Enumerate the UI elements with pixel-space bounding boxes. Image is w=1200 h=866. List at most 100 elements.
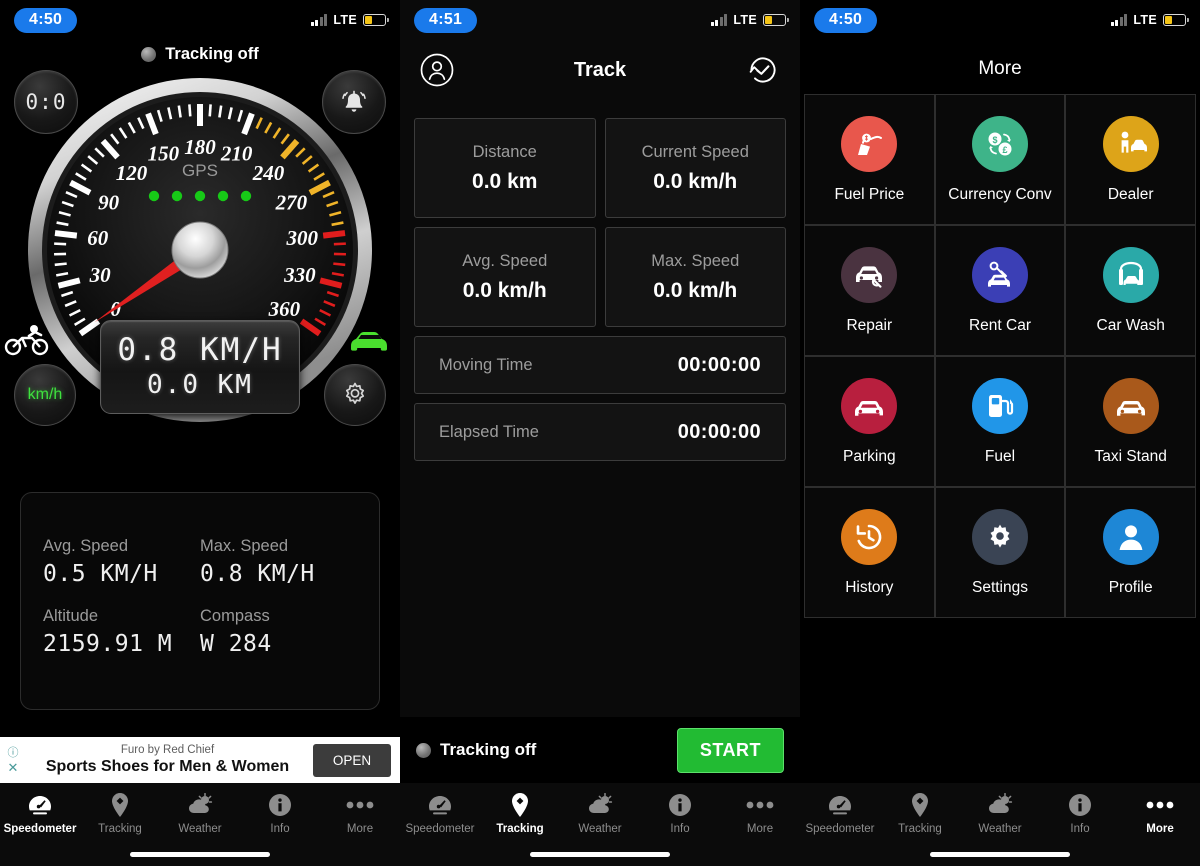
tab-tracking[interactable]: Tracking <box>880 792 960 835</box>
ellipsis-icon <box>345 792 375 818</box>
stats-card: Avg. Speed 0.5 KM/H Max. Speed 0.8 KM/H … <box>20 492 380 710</box>
more-item-repair[interactable]: Repair <box>804 225 935 356</box>
ad-close-icon[interactable]: ✕ <box>8 761 19 774</box>
svg-text:300: 300 <box>286 226 319 250</box>
ad-open-button[interactable]: OPEN <box>313 743 391 777</box>
history-button[interactable] <box>746 53 780 87</box>
tab-bar-right: Speedometer Tracking Weather Info More <box>800 783 1200 866</box>
profile-icon <box>1102 508 1159 565</box>
tab-weather[interactable]: Weather <box>960 792 1040 835</box>
more-item-dealer[interactable]: Dealer <box>1065 94 1196 225</box>
stat-label: Altitude <box>43 607 99 625</box>
start-button[interactable]: START <box>676 727 784 773</box>
status-bar-left: 4:50 LTE <box>0 0 400 40</box>
metric-value: 0.0 km/h <box>653 169 738 193</box>
tracking-status-label: Tracking off <box>165 44 259 63</box>
more-item-label: Profile <box>1108 578 1153 596</box>
tab-label: Tracking <box>496 823 544 835</box>
tab-tracking[interactable]: Tracking <box>480 792 560 835</box>
metric-card-avg-speed: Avg. Speed 0.0 km/h <box>414 227 596 327</box>
tab-label: Info <box>1070 823 1090 835</box>
more-item-label: Settings <box>971 578 1028 596</box>
tracking-status-dot-icon <box>416 742 431 758</box>
stat-value: 0.8 KM/H <box>200 561 315 587</box>
settings-button[interactable] <box>324 364 386 426</box>
timer-button[interactable]: 0:0 <box>14 70 78 134</box>
tab-more[interactable]: More <box>720 792 800 835</box>
more-item-profile[interactable]: Profile <box>1065 487 1196 618</box>
profile-button[interactable] <box>420 53 454 87</box>
speedometer-screen: 4:50 LTE Tracking off 0:0 30 60 90 120 1… <box>0 0 400 866</box>
tab-label: Tracking <box>98 823 142 835</box>
bell-icon <box>342 90 366 112</box>
more-item-taxi-stand[interactable]: Taxi Stand <box>1065 356 1196 487</box>
tab-info[interactable]: Info <box>240 792 320 835</box>
status-time: 4:50 <box>14 7 78 33</box>
tracking-status-left: Tracking off <box>0 40 400 68</box>
stat-value: 0.5 KM/H <box>43 561 158 587</box>
more-item-fuel-price[interactable]: Fuel Price <box>804 94 935 225</box>
ad-info-icon[interactable]: ⓘ <box>8 747 19 759</box>
speedometer-icon <box>427 792 453 818</box>
tab-speedometer[interactable]: Speedometer <box>0 792 80 835</box>
svg-text:270: 270 <box>275 190 308 214</box>
tab-weather[interactable]: Weather <box>560 792 640 835</box>
metric-label: Distance <box>472 142 537 161</box>
network-label: LTE <box>333 13 357 27</box>
ad-text: Furo by Red Chief Sports Shoes for Men &… <box>26 743 313 777</box>
unit-toggle-button[interactable]: km/h <box>14 364 76 426</box>
tab-weather[interactable]: Weather <box>160 792 240 835</box>
tab-tracking[interactable]: Tracking <box>80 792 160 835</box>
tab-label: Weather <box>178 823 222 835</box>
cloud-sun-icon <box>986 792 1014 818</box>
bike-mode-icon[interactable] <box>4 324 50 356</box>
more-item-car-wash[interactable]: Car Wash <box>1065 225 1196 356</box>
more-item-parking[interactable]: Parking <box>804 356 935 487</box>
bicycle-icon <box>4 325 49 356</box>
ad-controls[interactable]: ⓘ ✕ <box>0 747 26 774</box>
more-item-label: Parking <box>843 447 896 465</box>
tab-label: Tracking <box>898 823 942 835</box>
ad-banner[interactable]: ⓘ ✕ Furo by Red Chief Sports Shoes for M… <box>0 737 400 783</box>
tab-label: Weather <box>978 823 1022 835</box>
svg-text:$: $ <box>992 135 997 145</box>
track-nav-bar: Track <box>400 40 800 100</box>
currency-icon: $ £ <box>971 115 1028 172</box>
more-item-label: Fuel <box>984 447 1016 465</box>
track-footer: Tracking off START <box>400 717 800 783</box>
history-clock-icon <box>749 57 776 83</box>
svg-text:£: £ <box>1002 145 1007 155</box>
more-item-history[interactable]: History <box>804 487 935 618</box>
metric-value: 00:00:00 <box>677 420 761 443</box>
metric-row-elapsed-time: Elapsed Time 00:00:00 <box>414 403 786 461</box>
more-item-rent-car[interactable]: Rent Car <box>934 225 1066 356</box>
car-mode-icon[interactable] <box>348 328 392 354</box>
lcd-speed: 0.8 KM/H <box>117 332 283 368</box>
tab-info[interactable]: Info <box>640 792 720 835</box>
track-screen: 4:51 LTE Track Distance 0.0 km Current S… <box>400 0 800 866</box>
alarm-button[interactable] <box>322 70 386 134</box>
status-indicators: LTE <box>310 13 389 27</box>
more-item-label: Taxi Stand <box>1094 447 1167 465</box>
svg-text:90: 90 <box>98 190 120 214</box>
repair-icon <box>841 246 898 303</box>
more-item-fuel[interactable]: Fuel <box>934 356 1066 487</box>
tab-speedometer[interactable]: Speedometer <box>400 792 480 835</box>
tab-more[interactable]: More <box>1120 792 1200 835</box>
tab-speedometer[interactable]: Speedometer <box>800 792 880 835</box>
settings-icon <box>971 508 1028 565</box>
stat-label: Max. Speed <box>200 537 289 555</box>
fuel-icon <box>971 377 1028 434</box>
status-bar-right: 4:50 LTE <box>800 0 1200 40</box>
status-indicators: LTE <box>1110 13 1189 27</box>
metric-label: Max. Speed <box>651 251 740 270</box>
home-indicator <box>130 852 270 857</box>
more-item-currency-conv[interactable]: $ £ Currency Conv <box>934 94 1066 225</box>
gear-icon <box>345 382 365 404</box>
tab-label: More <box>746 823 774 835</box>
metric-label: Current Speed <box>641 142 749 161</box>
ellipsis-icon <box>1145 792 1175 818</box>
tab-more[interactable]: More <box>320 792 400 835</box>
tab-info[interactable]: Info <box>1040 792 1120 835</box>
more-item-settings[interactable]: Settings <box>934 487 1066 618</box>
